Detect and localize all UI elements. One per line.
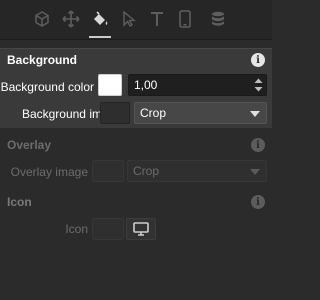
- background-color-label: Background color: [0, 80, 94, 94]
- opacity-value: 1,00: [134, 78, 158, 92]
- background-section-header[interactable]: Background i: [0, 48, 272, 70]
- overlay-image-label: Overlay image: [10, 165, 88, 179]
- spinner-arrows-icon[interactable]: [254, 77, 263, 93]
- background-image-mode-select[interactable]: Crop: [134, 102, 267, 124]
- background-color-swatch[interactable]: [98, 74, 122, 96]
- phone-icon[interactable]: [172, 6, 198, 32]
- move-icon[interactable]: [58, 6, 84, 32]
- opacity-input[interactable]: 1,00: [128, 74, 267, 96]
- select-value: Crop: [140, 106, 167, 120]
- overlay-image-picker[interactable]: [92, 160, 124, 182]
- cube-icon[interactable]: [29, 6, 55, 32]
- background-section-body: Background color 1,00 Background image C…: [0, 70, 272, 128]
- icon-picker[interactable]: [92, 218, 124, 240]
- background-image-picker[interactable]: [100, 102, 130, 124]
- chevron-down-icon: [250, 169, 260, 175]
- cursor-icon[interactable]: [116, 6, 142, 32]
- info-icon[interactable]: i: [251, 195, 265, 209]
- section-title: Icon: [7, 195, 32, 209]
- monitor-icon-button[interactable]: [126, 218, 156, 240]
- database-icon[interactable]: [205, 6, 231, 32]
- paint-bucket-icon[interactable]: [87, 6, 113, 38]
- info-icon[interactable]: i: [251, 138, 265, 152]
- section-title: Overlay: [7, 138, 52, 152]
- chevron-down-icon: [250, 111, 260, 117]
- info-icon[interactable]: i: [251, 53, 265, 67]
- text-icon[interactable]: [144, 6, 170, 32]
- icon-label: Icon: [65, 222, 88, 236]
- overlay-section-header[interactable]: Overlay i: [0, 134, 272, 156]
- section-title: Background: [7, 52, 78, 67]
- monitor-icon: [133, 222, 149, 236]
- overlay-image-mode-select[interactable]: Crop: [127, 160, 267, 182]
- icon-section-header[interactable]: Icon i: [0, 191, 272, 213]
- toolbar: [0, 0, 272, 40]
- select-value: Crop: [133, 164, 160, 178]
